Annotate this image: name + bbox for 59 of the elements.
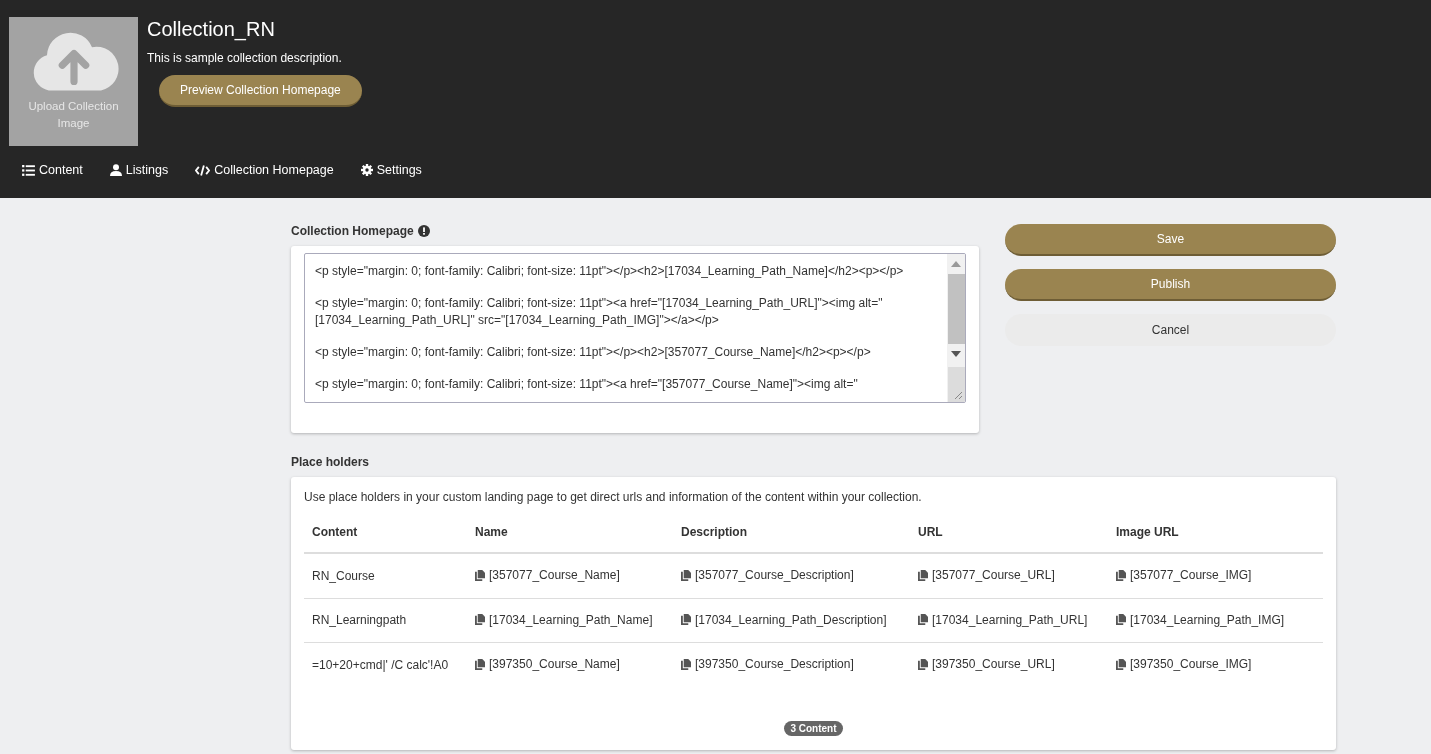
nav-tab[interactable]: Listings (109, 163, 169, 177)
html-code-line: <p style="margin: 0; font-family: Calibri; font-size: 11pt"><a href="[17034_Learning_Path_URL]"><img alt=" [17034_Learning_Path_URL]" src="[17034_Learning_Path_IMG]"></a></p> (315, 295, 884, 329)
table-cell: RN_Learningpath (312, 613, 407, 628)
copy-icon[interactable] (681, 658, 691, 670)
column-header: URL (910, 512, 1108, 553)
placeholder-token: [17034_Learning_Path_Description] (695, 612, 887, 627)
column-header: Name (467, 512, 673, 553)
placeholder-token: [397350_Course_URL] (932, 657, 1055, 671)
copy-icon[interactable] (681, 614, 691, 625)
action-button[interactable]: Save (1005, 224, 1336, 256)
copy-icon[interactable] (475, 569, 485, 581)
copy-icon[interactable] (918, 614, 928, 625)
nav-tab[interactable]: Content (22, 163, 83, 177)
placeholder-token: [397350_Course_Name] (489, 657, 620, 671)
content-count-badge: 3 Content (784, 720, 843, 736)
scroll-down-icon[interactable] (951, 351, 961, 357)
column-header: Image URL (1108, 512, 1323, 553)
html-code-line: <p style="margin: 0; font-family: Calibri; font-size: 11pt"></p><h2>[17034_Learning_Path_Name]</h2><p></p> (315, 263, 905, 280)
copy-icon[interactable] (1116, 569, 1126, 581)
action-button[interactable]: Cancel (1005, 314, 1336, 346)
collection-description: This is sample collection description. (147, 51, 342, 65)
html-code-line: <p style="margin: 0; font-family: Calibri; font-size: 11pt"><a href="[357077_Course_Name]"><img alt=" (315, 376, 859, 393)
column-header: Content (304, 512, 467, 553)
placeholder-token: [17034_Learning_Path_IMG] (1130, 612, 1285, 627)
scrollbar[interactable] (947, 254, 965, 402)
placeholder-token: [357077_Course_IMG] (1130, 568, 1252, 582)
code-icon (195, 164, 211, 176)
placeholder-token: [357077_Course_Name] (489, 568, 620, 582)
copy-icon[interactable] (681, 569, 691, 581)
settings-icon (360, 164, 373, 176)
placeholder-token: [17034_Learning_Path_Name] (489, 612, 653, 627)
copy-icon[interactable] (1116, 614, 1126, 625)
nav-tab[interactable]: Settings (360, 163, 422, 177)
info-icon[interactable] (417, 225, 430, 237)
placeholder-token: [357077_Course_URL] (932, 568, 1055, 582)
copy-icon[interactable] (918, 569, 928, 581)
placeholder-token: [397350_Course_IMG] (1130, 657, 1252, 671)
resize-grip-icon[interactable] (953, 390, 963, 400)
copy-icon[interactable] (1116, 658, 1126, 670)
copy-icon[interactable] (475, 658, 485, 670)
action-button[interactable]: Publish (1005, 269, 1336, 301)
placeholder-token: [17034_Learning_Path_URL] (932, 612, 1088, 627)
column-header: Description (673, 512, 910, 553)
placeholder-token: [397350_Course_Description] (695, 657, 854, 671)
copy-icon[interactable] (475, 614, 485, 625)
collection-title: Collection_RN (147, 17, 275, 41)
copy-icon[interactable] (918, 658, 928, 670)
nav-tab[interactable]: Collection Homepage (195, 163, 334, 177)
table-cell: =10+20+cmd|' /C calc'!A0 (312, 657, 449, 672)
table-cell: RN_Course (312, 568, 375, 583)
user-icon (109, 164, 122, 176)
placeholder-token: [357077_Course_Description] (695, 568, 854, 582)
section-title: Place holders (291, 455, 370, 469)
intro-text: Use place holders in your custom landing page to get direct urls and information of the content within your collection. (304, 490, 923, 504)
html-code-line: <p style="margin: 0; font-family: Calibri; font-size: 11pt"></p><h2>[357077_Course_Name]</h2><p></p> (315, 344, 872, 361)
html-editor-field[interactable] (304, 253, 966, 403)
preview-homepage-button[interactable]: Preview Collection Homepage (159, 75, 362, 107)
section-title: Collection Homepage (291, 224, 414, 238)
list-icon (22, 164, 35, 176)
